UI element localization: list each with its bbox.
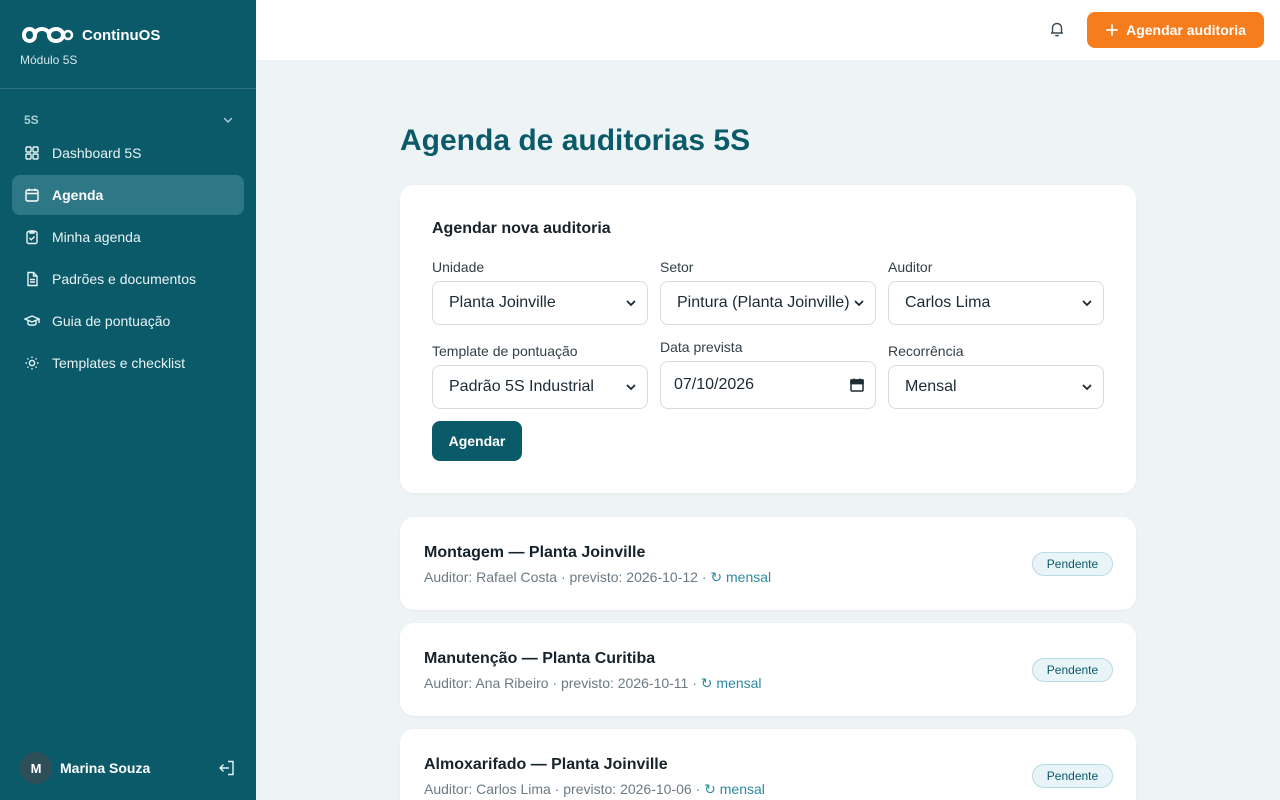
brand-logo[interactable]: ContinuOS — [20, 22, 160, 48]
sun-icon — [25, 356, 39, 370]
sidebar-item-minha-agenda[interactable]: Minha agenda — [12, 217, 244, 257]
user-profile: M Marina Souza — [20, 752, 236, 784]
sidebar-nav: Dashboard 5S Agenda Minha agenda Padrões… — [12, 133, 244, 385]
unidade-field: Unidade Planta Joinville — [432, 259, 648, 325]
chevron-down-icon — [1082, 384, 1092, 391]
sidebar-item-label: Minha agenda — [52, 229, 141, 245]
schedule-audit-label: Agendar auditoria — [1126, 22, 1246, 38]
app-name: ContinuOS — [82, 26, 161, 44]
audit-details: Auditor: Ana Ribeiro · previsto: 2026-10… — [424, 675, 701, 691]
sidebar-item-label: Agenda — [52, 187, 104, 203]
template-label: Template de pontuação — [432, 343, 578, 359]
bell-icon[interactable] — [1048, 20, 1066, 38]
graduation-cap-icon — [24, 315, 40, 326]
setor-select[interactable]: Pintura (Planta Joinville) — [660, 281, 876, 325]
avatar[interactable]: M — [20, 752, 52, 784]
sidebar-item-agenda[interactable]: Agenda — [12, 175, 244, 215]
recorrencia-field: Recorrência Mensal — [888, 343, 1104, 409]
template-value: Padrão 5S Industrial — [449, 378, 594, 395]
audit-meta: Auditor: Ana Ribeiro · previsto: 2026-10… — [424, 675, 762, 692]
clipboard-check-icon — [26, 230, 38, 245]
schedule-form-card: Agendar nova auditoria Unidade Planta Jo… — [400, 185, 1136, 493]
date-input[interactable]: 07/10/2026 — [660, 361, 876, 409]
recorrencia-select[interactable]: Mensal — [888, 365, 1104, 409]
page-title: Agenda de auditorias 5S — [400, 124, 751, 157]
status-badge: Pendente — [1032, 658, 1113, 682]
audit-card[interactable]: Manutenção — Planta Curitiba Auditor: An… — [400, 623, 1136, 716]
audit-title: Montagem — Planta Joinville — [424, 544, 646, 561]
status-badge: Pendente — [1032, 552, 1113, 576]
audit-title: Manutenção — Planta Curitiba — [424, 650, 656, 667]
sidebar-item-padroes[interactable]: Padrões e documentos — [12, 259, 244, 299]
recorrencia-value: Mensal — [905, 378, 957, 395]
calendar-picker-icon[interactable] — [849, 377, 865, 393]
template-field: Template de pontuação Padrão 5S Industri… — [432, 343, 648, 409]
chevron-down-icon — [223, 117, 233, 124]
setor-value: Pintura (Planta Joinville) — [677, 294, 850, 311]
unidade-label: Unidade — [432, 259, 485, 275]
plus-icon — [1106, 24, 1118, 36]
module-name: Módulo 5S — [20, 53, 78, 67]
agendar-button[interactable]: Agendar — [432, 421, 522, 461]
status-badge: Pendente — [1032, 764, 1113, 788]
audit-recurrence: ↻ mensal — [700, 675, 762, 691]
nav-group-label: 5S — [24, 113, 39, 127]
date-value: 07/10/2026 — [674, 376, 755, 393]
auditor-value: Carlos Lima — [905, 294, 991, 311]
unidade-value: Planta Joinville — [449, 294, 556, 311]
sidebar-divider — [0, 88, 256, 89]
chevron-down-icon — [854, 300, 864, 307]
top-bar: Agendar auditoria — [256, 0, 1280, 60]
auditor-select[interactable]: Carlos Lima — [888, 281, 1104, 325]
template-select[interactable]: Padrão 5S Industrial — [432, 365, 648, 409]
sidebar-item-guia[interactable]: Guia de pontuação — [12, 301, 244, 341]
sidebar: ContinuOS Módulo 5S 5S Dashboard 5S Agen… — [0, 0, 256, 800]
audit-details: Auditor: Carlos Lima · previsto: 2026-10… — [424, 781, 705, 797]
chevron-down-icon — [1082, 300, 1092, 307]
audit-details: Auditor: Rafael Costa · previsto: 2026-1… — [424, 569, 711, 585]
audit-card[interactable]: Almoxarifado — Planta Joinville Auditor:… — [400, 729, 1136, 800]
auditor-label: Auditor — [888, 259, 933, 275]
setor-label: Setor — [660, 259, 694, 275]
audit-meta: Auditor: Carlos Lima · previsto: 2026-10… — [424, 781, 765, 798]
sidebar-item-label: Dashboard 5S — [52, 145, 142, 161]
form-title: Agendar nova auditoria — [432, 220, 611, 237]
sidebar-item-templates[interactable]: Templates e checklist — [12, 343, 244, 383]
user-name: Marina Souza — [60, 760, 151, 776]
audit-recurrence: ↻ mensal — [710, 569, 772, 585]
audit-recurrence: ↻ mensal — [704, 781, 765, 797]
setor-field: Setor Pintura (Planta Joinville) — [660, 259, 876, 325]
data-prevista-field: Data prevista 07/10/2026 — [660, 339, 876, 409]
auditor-field: Auditor Carlos Lima — [888, 259, 1104, 325]
sidebar-item-label: Guia de pontuação — [52, 313, 171, 329]
data-prevista-label: Data prevista — [660, 339, 743, 355]
calendar-icon — [25, 188, 39, 202]
chevron-down-icon — [626, 300, 636, 307]
recorrencia-label: Recorrência — [888, 343, 964, 359]
nav-group-toggle[interactable]: 5S — [24, 113, 234, 127]
sidebar-item-dashboard[interactable]: Dashboard 5S — [12, 133, 244, 173]
audit-card[interactable]: Montagem — Planta Joinville Auditor: Raf… — [400, 517, 1136, 610]
unidade-select[interactable]: Planta Joinville — [432, 281, 648, 325]
sidebar-item-label: Templates e checklist — [52, 355, 186, 371]
logout-icon[interactable] — [218, 759, 236, 777]
chevron-down-icon — [626, 384, 636, 391]
document-icon — [27, 271, 38, 287]
sidebar-item-label: Padrões e documentos — [52, 271, 196, 287]
dashboard-icon — [25, 146, 39, 160]
audit-meta: Auditor: Rafael Costa · previsto: 2026-1… — [424, 569, 771, 586]
audit-title: Almoxarifado — Planta Joinville — [424, 756, 668, 773]
infinity-logo-icon — [21, 27, 74, 43]
schedule-audit-button[interactable]: Agendar auditoria — [1087, 12, 1264, 48]
